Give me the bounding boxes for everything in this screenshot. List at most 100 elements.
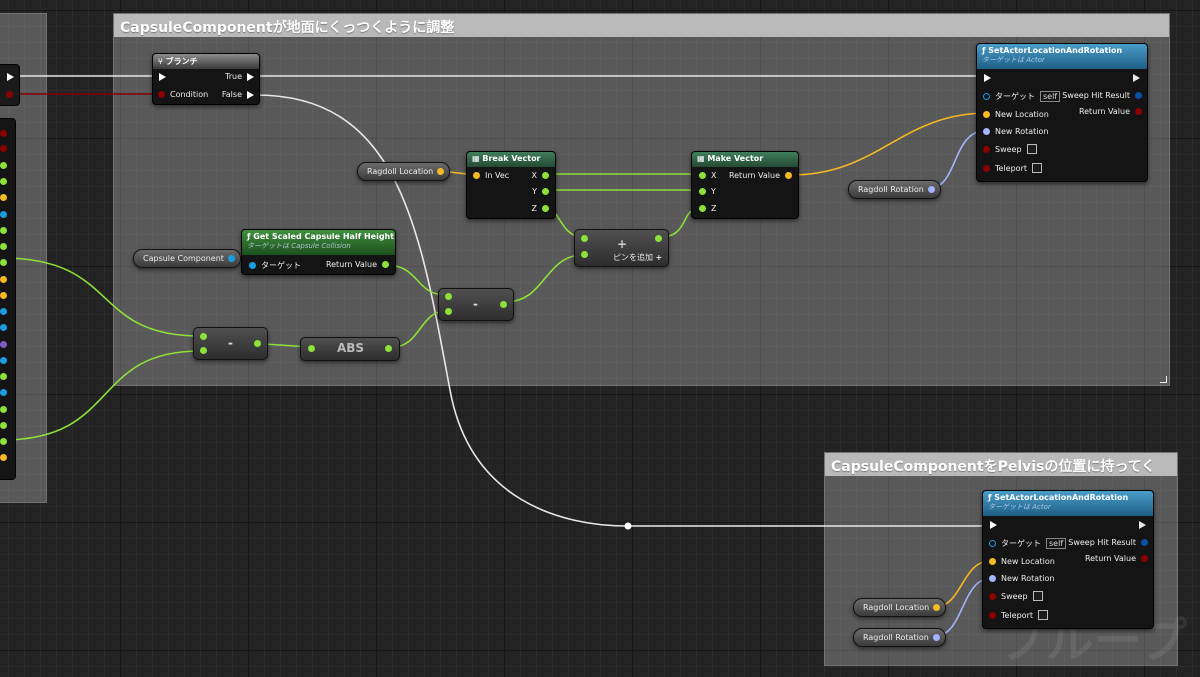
new-location-pin[interactable]: New Location bbox=[983, 110, 1049, 119]
float-pin[interactable] bbox=[542, 205, 549, 212]
pin-float[interactable] bbox=[0, 373, 7, 380]
exec-out[interactable] bbox=[1133, 74, 1140, 82]
sweep-hit-pin[interactable]: Sweep Hit Result bbox=[1062, 91, 1142, 100]
rotator-pin[interactable] bbox=[983, 128, 990, 135]
new-rotation-pin[interactable]: New Rotation bbox=[989, 574, 1054, 583]
float-in-pin[interactable] bbox=[445, 308, 452, 315]
object-pin[interactable] bbox=[249, 262, 256, 269]
break-vector-node[interactable]: ▦ Break Vector In Vec X Y Z bbox=[466, 151, 556, 219]
y-in-pin[interactable]: Y bbox=[699, 187, 716, 196]
pin-bool[interactable] bbox=[0, 130, 7, 137]
pin-object[interactable] bbox=[0, 357, 7, 364]
sweep-checkbox[interactable] bbox=[1032, 591, 1043, 601]
target-pin[interactable]: ターゲット self bbox=[983, 91, 1061, 102]
vector-pin[interactable] bbox=[785, 172, 792, 179]
ragdoll-location-getter-top[interactable]: Ragdoll Location bbox=[357, 162, 451, 181]
pin-vector[interactable] bbox=[0, 276, 7, 283]
subtract-node-right[interactable]: - bbox=[438, 288, 514, 321]
z-out-pin[interactable]: Z bbox=[532, 204, 549, 213]
left-exec-stub[interactable] bbox=[0, 64, 20, 106]
add-pin-button[interactable]: ピンを追加 + bbox=[613, 252, 662, 263]
pin-float[interactable] bbox=[0, 438, 7, 445]
target-pin[interactable]: ターゲット self bbox=[989, 538, 1067, 549]
make-vector-node[interactable]: ▦ Make Vector X Y Z Return Value bbox=[691, 151, 799, 219]
bool-pin[interactable] bbox=[989, 611, 996, 619]
return-value-pin[interactable]: Return Value bbox=[729, 171, 792, 180]
sweep-pin[interactable]: Sweep bbox=[983, 144, 1037, 154]
float-pin[interactable] bbox=[699, 205, 706, 212]
bool-pin[interactable] bbox=[983, 164, 990, 172]
float-in-pin[interactable] bbox=[581, 235, 588, 242]
struct-pin[interactable] bbox=[1141, 539, 1148, 546]
return-value-pin[interactable]: Return Value bbox=[1085, 554, 1148, 563]
x-in-pin[interactable]: X bbox=[699, 171, 716, 180]
in-vec-pin[interactable]: In Vec bbox=[473, 171, 509, 180]
set-actor-location-node-top[interactable]: ƒ SetActorLocationAndRotation ターゲットは Act… bbox=[976, 43, 1148, 182]
bool-pin[interactable] bbox=[1135, 108, 1142, 115]
exec-out-pin[interactable] bbox=[1133, 74, 1140, 82]
branch-header[interactable]: ⑂ ブランチ bbox=[153, 54, 259, 69]
pin-float[interactable] bbox=[0, 243, 7, 250]
return-value-pin[interactable]: Return Value bbox=[1079, 107, 1142, 116]
pin-float[interactable] bbox=[0, 162, 7, 169]
float-out-pin[interactable] bbox=[500, 301, 507, 308]
vector-pin[interactable] bbox=[989, 558, 996, 565]
add-node[interactable]: + ピンを追加 + bbox=[574, 229, 669, 267]
pin-struct[interactable] bbox=[0, 341, 7, 348]
exec-in-pin[interactable] bbox=[990, 521, 997, 529]
float-pin[interactable] bbox=[542, 188, 549, 195]
pin-float[interactable] bbox=[0, 406, 7, 413]
teleport-checkbox[interactable] bbox=[1032, 163, 1042, 173]
capsule-height-header[interactable]: ƒ Get Scaled Capsule Half Height ターゲットは … bbox=[242, 230, 395, 255]
x-out-pin[interactable]: X bbox=[532, 171, 549, 180]
teleport-pin[interactable]: Teleport bbox=[983, 163, 1042, 173]
pin-float[interactable] bbox=[0, 422, 7, 429]
pin-object[interactable] bbox=[0, 324, 7, 331]
teleport-pin[interactable]: Teleport bbox=[989, 610, 1048, 620]
capsule-component-getter[interactable]: Capsule Component bbox=[133, 249, 241, 268]
ragdoll-location-getter-bottom[interactable]: Ragdoll Location bbox=[853, 598, 947, 617]
rotator-pin[interactable] bbox=[989, 575, 996, 582]
float-in-pin[interactable] bbox=[308, 345, 315, 352]
float-out-pin[interactable] bbox=[254, 340, 261, 347]
vector-pin[interactable] bbox=[473, 172, 480, 179]
vector-out-pin[interactable] bbox=[933, 604, 941, 611]
float-pin[interactable] bbox=[382, 261, 389, 268]
branch-node[interactable]: ⑂ ブランチ True Condition False bbox=[152, 53, 260, 105]
bool-pin[interactable] bbox=[983, 145, 990, 153]
sweep-checkbox[interactable] bbox=[1026, 144, 1037, 154]
exec-out-pin[interactable] bbox=[247, 72, 254, 81]
new-rotation-pin[interactable]: New Rotation bbox=[983, 127, 1048, 136]
ragdoll-rotation-getter-bottom[interactable]: Ragdoll Rotation bbox=[853, 628, 946, 647]
return-value-pin[interactable]: Return Value bbox=[326, 260, 389, 269]
exec-out-pin[interactable] bbox=[1139, 521, 1146, 529]
object-pin[interactable] bbox=[983, 93, 990, 100]
pin-float[interactable] bbox=[0, 259, 7, 266]
exec-out-pin[interactable] bbox=[7, 73, 14, 81]
float-in-pin[interactable] bbox=[200, 333, 207, 340]
abs-node[interactable]: ABS bbox=[300, 337, 400, 361]
exec-out-pin[interactable] bbox=[247, 90, 254, 99]
vector-out-pin[interactable] bbox=[437, 168, 445, 175]
set-actor-location-node-bottom[interactable]: ƒ SetActorLocationAndRotation ターゲットは Act… bbox=[982, 490, 1154, 629]
new-location-pin[interactable]: New Location bbox=[989, 557, 1055, 566]
rotator-out-pin[interactable] bbox=[927, 186, 935, 193]
bool-out-pin[interactable] bbox=[6, 91, 13, 98]
pin-object[interactable] bbox=[0, 308, 7, 315]
exec-out[interactable] bbox=[1139, 521, 1146, 529]
branch-false-pin[interactable]: False bbox=[222, 90, 254, 99]
object-pin[interactable] bbox=[989, 540, 996, 547]
subtract-node-left[interactable]: - bbox=[193, 327, 268, 360]
exec-in-pin[interactable] bbox=[984, 74, 991, 82]
float-in-pin[interactable] bbox=[581, 251, 588, 258]
z-in-pin[interactable]: Z bbox=[699, 204, 716, 213]
y-out-pin[interactable]: Y bbox=[532, 187, 549, 196]
float-in-pin[interactable] bbox=[200, 347, 207, 354]
teleport-checkbox[interactable] bbox=[1038, 610, 1048, 620]
float-pin[interactable] bbox=[699, 188, 706, 195]
struct-pin[interactable] bbox=[1135, 92, 1142, 99]
pin-vector[interactable] bbox=[0, 292, 7, 299]
pin-bool[interactable] bbox=[0, 145, 7, 152]
exec-in[interactable] bbox=[990, 521, 997, 529]
exec-in-pin[interactable] bbox=[159, 73, 166, 81]
